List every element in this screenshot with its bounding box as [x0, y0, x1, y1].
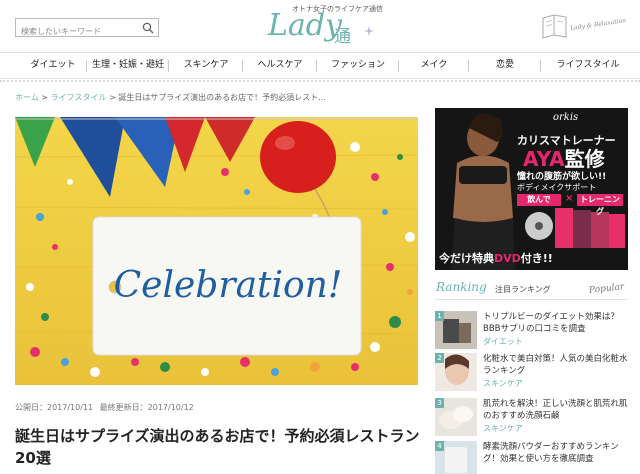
nav-divider: [86, 60, 87, 72]
ranking-item[interactable]: 3 肌荒れを解決！正しい洗顔と肌荒れ肌のおすすめ洗顔石鹸 スキンケア: [435, 398, 628, 442]
nav-item-healthcare[interactable]: ヘルスケア: [244, 53, 316, 78]
site-header: オトナ女子のライフケア通信 Lady 通 Lady & Relaxation: [0, 0, 640, 52]
nav-item-fashion[interactable]: ファッション: [318, 53, 398, 78]
ad-pill-drink: 飲んで: [517, 194, 561, 206]
article-meta: 公開日：2017/10/11 最終更新日：2017/10/12: [15, 402, 194, 413]
ad-trainer-name: AYA: [523, 147, 565, 171]
breadcrumb: ホーム > ライフスタイル > 誕生日はサプライズ演出のあるお店で！予約必須レス…: [15, 92, 326, 103]
ranking-thumbnail[interactable]: 3: [435, 398, 477, 436]
logo-word: Lady: [268, 8, 342, 43]
ranking-divider: [435, 299, 628, 300]
ranking-title-en: Ranking: [436, 280, 487, 294]
nav-item-makeup[interactable]: メイク: [400, 53, 468, 78]
nav-divider: [316, 60, 317, 72]
ad-headline-3: 憧れの腹筋が欲しい!!: [517, 172, 607, 182]
ad-supervision: 監修: [564, 147, 605, 171]
search-icon[interactable]: [142, 22, 154, 34]
global-nav: ダイエット 生理・妊娠・避妊 スキンケア ヘルスケア ファッション メイク 恋愛…: [0, 52, 640, 82]
nav-item-diet[interactable]: ダイエット: [20, 53, 86, 78]
ad-bottom-pre: 今だけ特典: [439, 252, 494, 265]
ranking-thumbnail[interactable]: 4: [435, 441, 477, 474]
breadcrumb-category[interactable]: ライフスタイル: [51, 93, 107, 102]
ranking-item-category[interactable]: スキンケア: [483, 378, 523, 389]
ranking-number: 3: [435, 398, 444, 408]
notebook-text: Lady & Relaxation: [569, 17, 627, 32]
ranking-item[interactable]: 1 トリプルビーのダイエット効果は？BBBサプリの口コミを調査 ダイエット: [435, 311, 628, 355]
ranking-number: 1: [435, 311, 444, 321]
celebration-illustration: [15, 117, 418, 385]
nav-item-skincare[interactable]: スキンケア: [170, 53, 242, 78]
ranking-item[interactable]: 4 酵素洗顔パウダーおすすめランキング！効果と使い方を徹底調査: [435, 441, 628, 474]
celebration-card-text: Celebration!: [113, 265, 343, 306]
article-hero-image: Celebration!: [15, 117, 418, 385]
published-date: 2017/10/11: [47, 403, 94, 412]
ranking-item-title[interactable]: 酵素洗顔パウダーおすすめランキング！効果と使い方を徹底調査: [483, 441, 628, 465]
book-icon: [542, 14, 567, 39]
ad-brand: orkis: [553, 112, 579, 123]
nav-divider: [540, 60, 541, 72]
ranking-item-title[interactable]: 肌荒れを解決！正しい洗顔と肌荒れ肌のおすすめ洗顔石鹸: [483, 398, 628, 422]
nav-divider: [242, 60, 243, 72]
breadcrumb-separator: >: [38, 93, 51, 102]
ranking-number: 4: [435, 441, 444, 451]
ad-headline-2: AYA監修: [523, 143, 605, 172]
notebook-illustration: Lady & Relaxation: [540, 8, 630, 48]
search-input[interactable]: [16, 23, 138, 40]
ad-pill-training: トレーニング: [577, 194, 623, 216]
ad-times: ×: [565, 193, 574, 204]
ranking-thumbnail[interactable]: 1: [435, 311, 477, 349]
ranking-item[interactable]: 2 化粧水で美白対策！人気の美白化粧水ランキング スキンケア: [435, 353, 628, 397]
ranking-item-title[interactable]: トリプルビーのダイエット効果は？BBBサプリの口コミを調査: [483, 311, 628, 335]
nav-item-love[interactable]: 恋愛: [470, 53, 540, 78]
ad-banner[interactable]: orkis カリスマトレーナー AYA監修 憧れの腹筋が欲しい!! ボディメイク…: [435, 108, 628, 270]
nav-divider: [398, 60, 399, 72]
ad-headline-4: ボディメイクサポート: [517, 183, 597, 192]
breadcrumb-home[interactable]: ホーム: [15, 93, 39, 102]
published-label: 公開日：: [15, 403, 47, 412]
ranking-item-title[interactable]: 化粧水で美白対策！人気の美白化粧水ランキング: [483, 353, 628, 377]
ad-bottom-dvd: DVD: [494, 252, 521, 265]
updated-date: 2017/10/12: [147, 403, 194, 412]
site-logo[interactable]: オトナ女子のライフケア通信 Lady 通: [268, 2, 383, 50]
search-box[interactable]: [15, 18, 159, 40]
article-title: 誕生日はサプライズ演出のあるお店で！予約必須レストラン20選: [15, 427, 420, 467]
updated-label: 最終更新日：: [99, 403, 148, 412]
nav-divider: [468, 60, 469, 72]
logo-kanji: 通: [334, 27, 351, 47]
ranking-title-ja: 注目ランキング: [495, 285, 551, 294]
nav-item-pregnancy[interactable]: 生理・妊娠・避妊: [88, 53, 168, 78]
ranking-item-category[interactable]: スキンケア: [483, 423, 523, 434]
sparkle-icon: [364, 26, 374, 36]
breadcrumb-current: 誕生日はサプライズ演出のあるお店で！予約必須レスト...: [118, 93, 326, 102]
breadcrumb-separator: >: [106, 93, 119, 102]
ranking-popular: Popular: [588, 282, 625, 296]
nav-item-lifestyle[interactable]: ライフスタイル: [542, 53, 634, 78]
ranking-item-category[interactable]: ダイエット: [483, 336, 523, 347]
nav-dotted-border: [0, 80, 640, 82]
ranking-thumbnail[interactable]: 2: [435, 353, 477, 391]
nav-divider: [168, 60, 169, 72]
ranking-header: Ranking 注目ランキング Popular: [435, 280, 628, 298]
ranking-number: 2: [435, 353, 444, 363]
ad-bottom-text: 今だけ特典DVD付き!!: [439, 250, 553, 266]
ad-bottom-post: 付き!!: [520, 252, 553, 265]
